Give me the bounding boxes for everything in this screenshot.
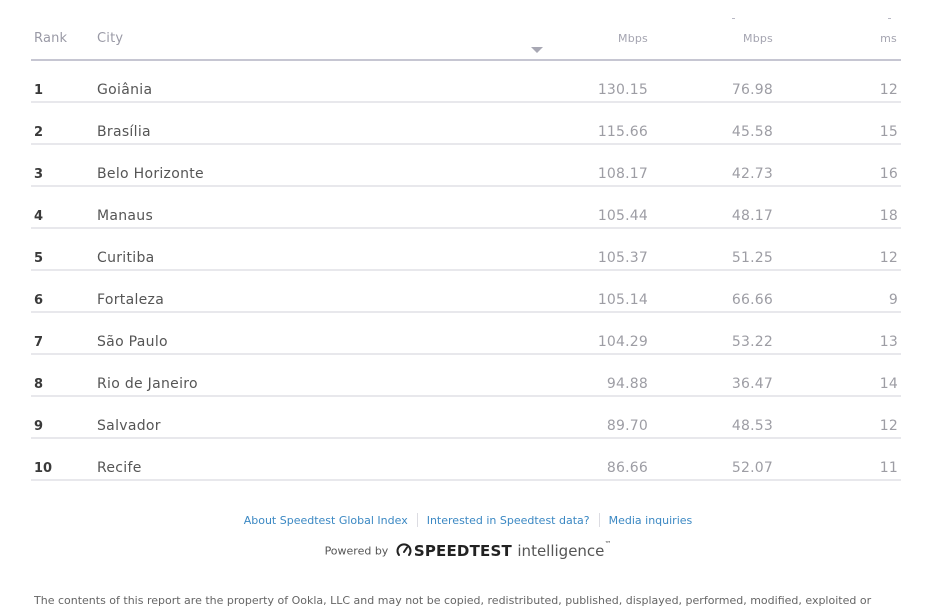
latency-cell: 14	[879, 376, 898, 392]
header-tick-mark	[732, 18, 735, 19]
table-row: 4 Manaus 105.44 48.17 18	[31, 187, 901, 229]
powered-by-label: Powered by	[324, 544, 389, 558]
city-cell: Manaus	[97, 208, 154, 224]
rank-cell: 2	[34, 125, 44, 140]
city-cell: Recife	[97, 460, 142, 476]
speedtest-brand: SPEEDTEST	[413, 542, 512, 560]
rank-cell: 1	[34, 83, 44, 98]
table-body: 1 Goiânia 130.15 76.98 12 2 Brasília 115.66 45.5…	[31, 61, 901, 481]
table-row: 6 Fortaleza 105.14 66.66 9	[31, 271, 901, 313]
city-cell: São Paulo	[97, 334, 168, 350]
upload-cell: 76.98	[731, 82, 773, 98]
table-header: Rank City Mbps Mbps ms	[31, 0, 901, 61]
upload-cell: 53.22	[731, 334, 773, 350]
city-cell: Goiânia	[97, 82, 153, 98]
table-row: 5 Curitiba 105.37 51.25 12	[31, 229, 901, 271]
city-cell: Salvador	[97, 418, 161, 434]
upload-cell: 51.25	[731, 250, 773, 266]
city-cell: Rio de Janeiro	[97, 376, 198, 392]
download-cell: 94.88	[606, 376, 648, 392]
column-header-latency-unit[interactable]: ms	[880, 32, 897, 45]
table-row: 8 Rio de Janeiro 94.88 36.47 14	[31, 355, 901, 397]
table-row: 10 Recife 86.66 52.07 11	[31, 439, 901, 481]
download-cell: 108.17	[597, 166, 648, 182]
download-cell: 115.66	[597, 124, 648, 140]
powered-by-logo: Powered by SPEEDTEST intelligence™	[0, 540, 936, 560]
upload-cell: 45.58	[731, 124, 773, 140]
city-cell: Brasília	[97, 124, 151, 140]
rank-cell: 8	[34, 377, 44, 392]
column-header-rank[interactable]: Rank	[34, 31, 67, 46]
column-header-upload-unit[interactable]: Mbps	[743, 32, 773, 45]
table-row: 2 Brasília 115.66 45.58 15	[31, 103, 901, 145]
upload-cell: 66.66	[731, 292, 773, 308]
latency-cell: 15	[879, 124, 898, 140]
latency-cell: 12	[879, 82, 898, 98]
upload-cell: 48.17	[731, 208, 773, 224]
rank-cell: 4	[34, 209, 44, 224]
rank-cell: 10	[34, 461, 53, 476]
latency-cell: 12	[879, 418, 898, 434]
upload-cell: 36.47	[731, 376, 773, 392]
speedtest-gauge-icon	[396, 542, 412, 560]
table-row: 7 São Paulo 104.29 53.22 13	[31, 313, 901, 355]
latency-cell: 12	[879, 250, 898, 266]
download-cell: 104.29	[597, 334, 648, 350]
download-cell: 130.15	[597, 82, 648, 98]
column-header-city[interactable]: City	[97, 31, 123, 46]
download-cell: 89.70	[606, 418, 648, 434]
download-cell: 86.66	[606, 460, 648, 476]
latency-cell: 18	[879, 208, 898, 224]
latency-cell: 13	[879, 334, 898, 350]
latency-cell: 16	[879, 166, 898, 182]
header-tick-mark	[888, 18, 891, 19]
city-cell: Belo Horizonte	[97, 166, 204, 182]
upload-cell: 42.73	[731, 166, 773, 182]
rank-cell: 5	[34, 251, 44, 266]
rank-cell: 9	[34, 419, 44, 434]
download-cell: 105.44	[597, 208, 648, 224]
city-cell: Fortaleza	[97, 292, 165, 308]
media-inquiries-link[interactable]: Media inquiries	[600, 514, 702, 527]
latency-cell: 11	[879, 460, 898, 476]
city-cell: Curitiba	[97, 250, 155, 266]
rank-cell: 3	[34, 167, 44, 182]
city-ranking-table: Rank City Mbps Mbps ms 1 Goiânia 130.15 76.…	[31, 0, 901, 481]
table-row: 1 Goiânia 130.15 76.98 12	[31, 61, 901, 103]
column-header-download-unit[interactable]: Mbps	[618, 32, 648, 45]
download-cell: 105.14	[597, 292, 648, 308]
intelligence-label: intelligence	[517, 542, 605, 560]
download-cell: 105.37	[597, 250, 648, 266]
upload-cell: 52.07	[731, 460, 773, 476]
trademark-mark: ™	[604, 540, 612, 548]
about-global-index-link[interactable]: About Speedtest Global Index	[235, 514, 417, 527]
footer-links: About Speedtest Global Index Interested i…	[0, 513, 936, 527]
sort-down-icon[interactable]	[531, 47, 543, 53]
latency-cell: 9	[888, 292, 898, 308]
table-row: 3 Belo Horizonte 108.17 42.73 16	[31, 145, 901, 187]
table-row: 9 Salvador 89.70 48.53 12	[31, 397, 901, 439]
speedtest-data-link[interactable]: Interested in Speedtest data?	[418, 514, 599, 527]
upload-cell: 48.53	[731, 418, 773, 434]
rank-cell: 7	[34, 335, 44, 350]
rank-cell: 6	[34, 293, 44, 308]
